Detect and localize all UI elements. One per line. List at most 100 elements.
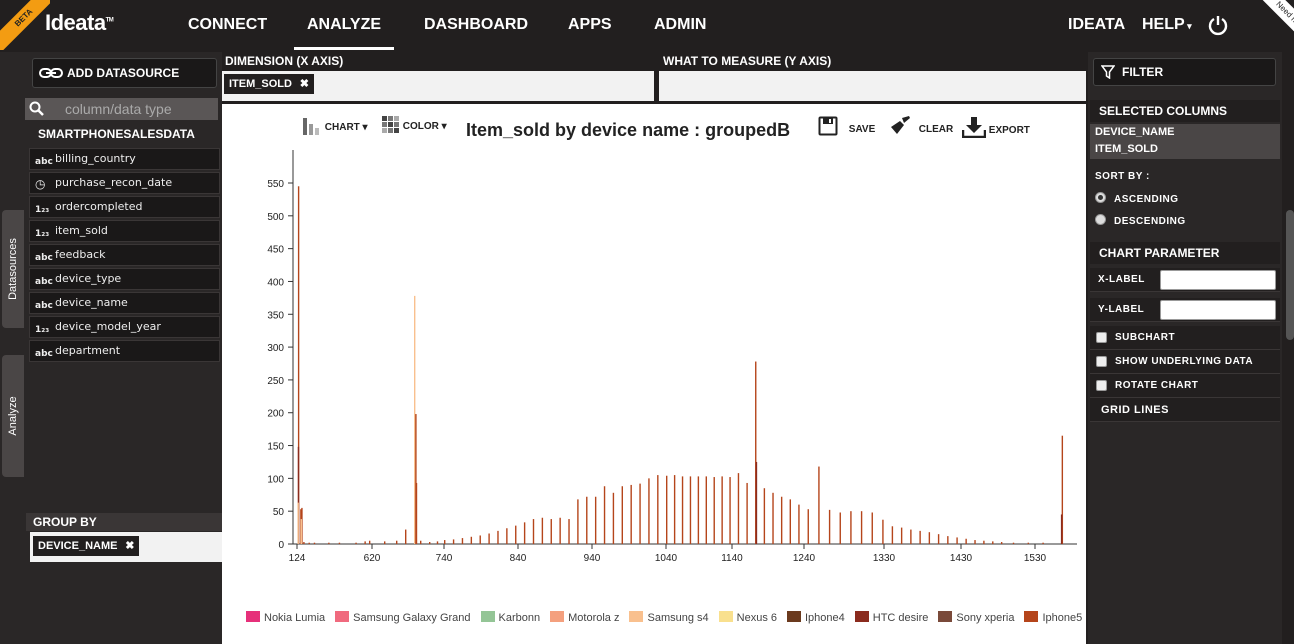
bar[interactable] (648, 478, 650, 544)
bar[interactable] (429, 542, 431, 544)
bar[interactable] (479, 535, 481, 544)
group-by-pill[interactable]: DEVICE_NAME ✖ (33, 536, 140, 556)
show-underlying-data-checkbox[interactable]: SHOW UNDERLYING DATA (1090, 350, 1280, 374)
bar[interactable] (755, 461, 758, 544)
sort-descending-radio[interactable]: DESCENDING (1095, 214, 1186, 227)
nav-dashboard[interactable]: DASHBOARD (424, 0, 528, 50)
bar[interactable] (303, 542, 305, 544)
user-menu[interactable]: IDEATA (1068, 0, 1125, 50)
bar[interactable] (506, 528, 508, 544)
column-item[interactable]: abc billing_country (29, 148, 220, 170)
filter-button[interactable]: FILTER (1093, 58, 1276, 86)
legend-item[interactable]: Samsung s4 (629, 611, 709, 624)
bar[interactable] (729, 477, 731, 544)
bar[interactable] (919, 530, 921, 544)
selected-column-item[interactable]: DEVICE_NAME (1095, 124, 1280, 141)
export-button[interactable]: EXPORT (961, 116, 1030, 139)
datasource-name[interactable]: SMARTPHONESALESDATA (38, 127, 195, 141)
nav-apps[interactable]: APPS (568, 0, 612, 50)
bar[interactable] (965, 538, 967, 544)
save-button[interactable]: SAVE (818, 116, 875, 136)
subchart-checkbox[interactable]: SUBCHART (1090, 326, 1280, 350)
legend-item[interactable]: Karbonn (480, 611, 540, 624)
bar[interactable] (368, 540, 371, 544)
bar[interactable] (992, 541, 994, 544)
bar[interactable] (910, 529, 912, 544)
bar[interactable] (871, 512, 873, 544)
bar[interactable] (763, 488, 766, 544)
bar[interactable] (328, 542, 330, 544)
sort-ascending-radio[interactable]: ASCENDING (1095, 192, 1179, 205)
app-logo[interactable]: IdeataTM (45, 10, 114, 36)
bar[interactable] (384, 541, 386, 544)
bar[interactable] (1042, 542, 1044, 544)
bar[interactable] (414, 295, 416, 544)
grid-lines-toggle[interactable]: GRID LINES (1090, 398, 1280, 422)
column-item[interactable]: abc device_type (29, 268, 220, 290)
right-scrollbar[interactable] (1286, 210, 1294, 340)
legend-item[interactable]: Motorola z (550, 611, 619, 624)
bar[interactable] (697, 476, 700, 544)
bar[interactable] (713, 477, 715, 544)
column-item[interactable]: 1₂₃ item_sold (29, 220, 220, 242)
add-datasource-button[interactable]: ADD DATASOURCE (32, 58, 217, 88)
bar[interactable] (746, 482, 748, 544)
bar[interactable] (1060, 514, 1063, 544)
bar[interactable] (882, 519, 884, 544)
column-item[interactable]: abc department (29, 340, 220, 362)
bar[interactable] (681, 476, 684, 544)
bar[interactable] (689, 476, 692, 544)
bar[interactable] (420, 540, 422, 544)
bar[interactable] (673, 475, 676, 544)
y-label-input[interactable] (1160, 300, 1276, 320)
bar[interactable] (470, 536, 473, 544)
tab-datasources[interactable]: Datasources (2, 210, 24, 328)
measure-dropzone[interactable] (659, 71, 1086, 101)
chart-type-dropdown[interactable]: CHART ▾ (302, 116, 368, 136)
column-item[interactable]: abc feedback (29, 244, 220, 266)
rotate-chart-checkbox[interactable]: ROTATE CHART (1090, 374, 1280, 398)
bar[interactable] (928, 532, 931, 544)
close-icon[interactable]: ✖ (300, 74, 309, 94)
legend-item[interactable]: Samsung Galaxy Grand (335, 611, 471, 624)
bar[interactable] (798, 504, 800, 544)
legend-item[interactable]: Sony xperia (938, 611, 1014, 624)
help-menu[interactable]: HELP ▾ (1142, 0, 1192, 50)
power-icon[interactable] (1207, 14, 1229, 36)
legend-item[interactable]: Iphone5 (1024, 611, 1082, 624)
bar[interactable] (630, 484, 632, 544)
bar[interactable] (488, 533, 490, 544)
bar[interactable] (818, 466, 820, 544)
need-help-ribbon[interactable]: Need help (1254, 0, 1294, 40)
bar[interactable] (860, 511, 863, 544)
bar[interactable] (705, 476, 707, 544)
bar[interactable] (639, 483, 641, 544)
legend-item[interactable]: Nokia Lumia (246, 611, 325, 624)
bar[interactable] (297, 502, 299, 544)
bar[interactable] (1000, 542, 1003, 544)
bar[interactable] (1027, 542, 1029, 544)
nav-admin[interactable]: ADMIN (654, 0, 706, 50)
dimension-pill[interactable]: ITEM_SOLD ✖ (224, 74, 314, 94)
tab-analyze[interactable]: Analyze (2, 355, 24, 477)
color-dropdown[interactable]: COLOR ▾ (382, 116, 447, 134)
bar[interactable] (355, 542, 357, 544)
bar[interactable] (621, 486, 623, 544)
bar[interactable] (415, 482, 418, 544)
bar[interactable] (568, 519, 570, 544)
bar[interactable] (721, 476, 723, 544)
legend-item[interactable]: Nexus 6 (718, 611, 777, 624)
group-by-dropzone[interactable]: DEVICE_NAME ✖ (30, 532, 222, 562)
bar[interactable] (300, 519, 303, 544)
bar[interactable] (515, 525, 517, 544)
bar[interactable] (983, 540, 985, 544)
column-item[interactable]: abc device_name (29, 292, 220, 314)
legend-item[interactable]: HTC desire (854, 611, 928, 624)
bar[interactable] (523, 522, 526, 544)
close-icon[interactable]: ✖ (125, 536, 134, 556)
bar[interactable] (594, 496, 597, 544)
bar[interactable] (657, 475, 659, 544)
bar[interactable] (839, 512, 841, 544)
bar[interactable] (586, 496, 588, 544)
bar[interactable] (850, 511, 852, 544)
